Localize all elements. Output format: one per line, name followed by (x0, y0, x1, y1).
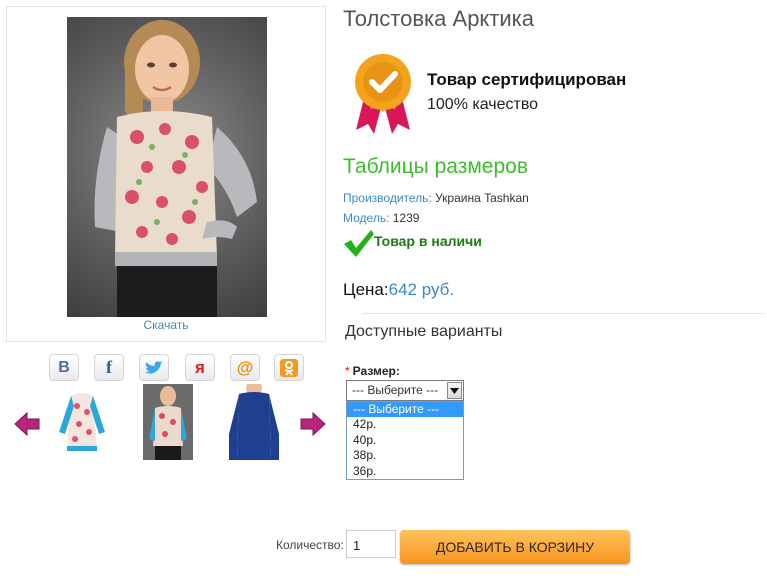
facebook-share-button[interactable]: f (94, 354, 124, 381)
yandex-share-button[interactable]: я (185, 354, 215, 381)
model-row: Модель: 1239 (343, 211, 419, 225)
yandex-icon: я (195, 357, 205, 377)
arrow-right-icon (300, 411, 326, 437)
divider (362, 313, 764, 314)
certificate-title: Товар сертифицирован (427, 70, 627, 89)
add-to-cart-button[interactable]: ДОБАВИТЬ В КОРЗИНУ (400, 530, 630, 564)
variants-heading: Доступные варианты (345, 323, 503, 340)
carousel-next-button[interactable] (300, 411, 326, 442)
size-tables-link[interactable]: Таблицы размеров (343, 155, 528, 179)
price-value: 642 руб. (388, 280, 455, 299)
size-option[interactable]: 38р. (347, 448, 463, 463)
quantity-label: Количество: (276, 538, 344, 552)
odnoklassniki-share-button[interactable] (274, 354, 304, 381)
carousel-prev-button[interactable] (14, 411, 40, 442)
manufacturer-label: Производитель: (343, 191, 432, 205)
arrow-left-icon (14, 411, 40, 437)
product-main-image[interactable] (67, 17, 267, 317)
mailru-icon: @ (236, 357, 254, 377)
size-dropdown-list: --- Выберите --- 42р. 40р. 38р. 36р. (346, 401, 464, 480)
dropdown-button[interactable] (447, 382, 462, 399)
mailru-share-button[interactable]: @ (230, 354, 260, 381)
twitter-icon (145, 360, 163, 374)
size-select-value: --- Выберите --- (352, 383, 439, 397)
price-row: Цена:642 руб. (343, 280, 454, 300)
model-label: Модель: (343, 211, 390, 225)
manufacturer-row: Производитель: Украина Tashkan (343, 191, 529, 205)
thumbnail-2[interactable] (143, 384, 193, 460)
checkmark-icon (343, 230, 375, 263)
odnoklassniki-icon (280, 358, 298, 377)
model-value: 1239 (389, 211, 420, 225)
product-title: Толстовка Арктика (343, 6, 535, 31)
size-option[interactable]: 36р. (347, 464, 463, 479)
quantity-input[interactable]: 1 (346, 530, 396, 558)
twitter-share-button[interactable] (139, 354, 169, 381)
price-label: Цена: (343, 280, 389, 299)
manufacturer-value[interactable]: Украина Tashkan (432, 191, 529, 205)
stock-status: Товар в наличи (374, 233, 482, 249)
facebook-icon: f (106, 357, 112, 377)
size-option[interactable]: --- Выберите --- (347, 402, 463, 418)
certificate-badge-icon (350, 52, 416, 141)
size-option[interactable]: 42р. (347, 417, 463, 432)
required-mark: * (345, 364, 350, 378)
chevron-down-icon (450, 387, 459, 394)
certificate-subtitle: 100% качество (427, 96, 539, 113)
size-label-text: Размер: (352, 364, 400, 378)
size-label: * Размер: (345, 364, 400, 378)
vk-share-button[interactable]: В (49, 354, 79, 381)
product-image-box: Скачать (6, 6, 326, 342)
vk-icon: В (58, 358, 70, 376)
download-link[interactable]: Скачать (7, 318, 325, 332)
size-option[interactable]: 40р. (347, 433, 463, 448)
size-select[interactable]: --- Выберите --- (346, 380, 464, 401)
thumbnail-3[interactable] (229, 384, 279, 460)
thumbnail-1[interactable] (57, 384, 107, 460)
